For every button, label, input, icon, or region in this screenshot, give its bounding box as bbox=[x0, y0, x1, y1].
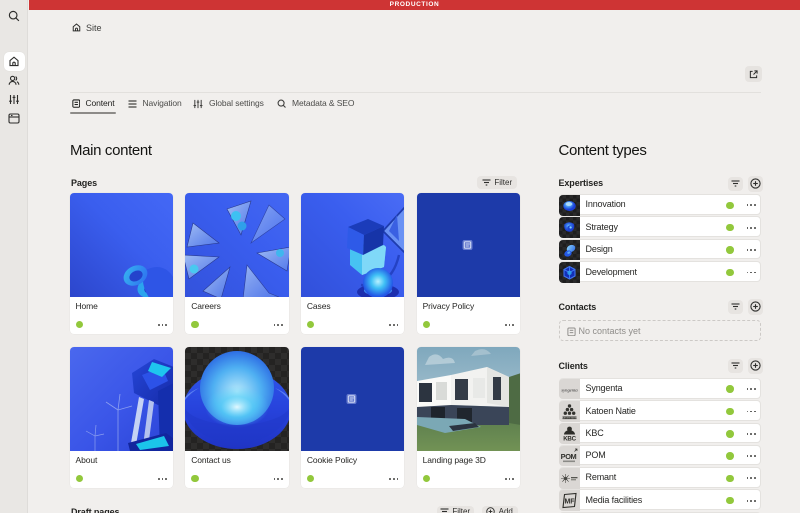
svg-text:syngenta: syngenta bbox=[562, 387, 579, 392]
svg-text:POM: POM bbox=[561, 452, 577, 461]
svg-text:KBC: KBC bbox=[563, 436, 576, 443]
svg-text:MF: MF bbox=[565, 498, 576, 505]
svg-text:KATOEN NATIE: KATOEN NATIE bbox=[563, 417, 578, 420]
